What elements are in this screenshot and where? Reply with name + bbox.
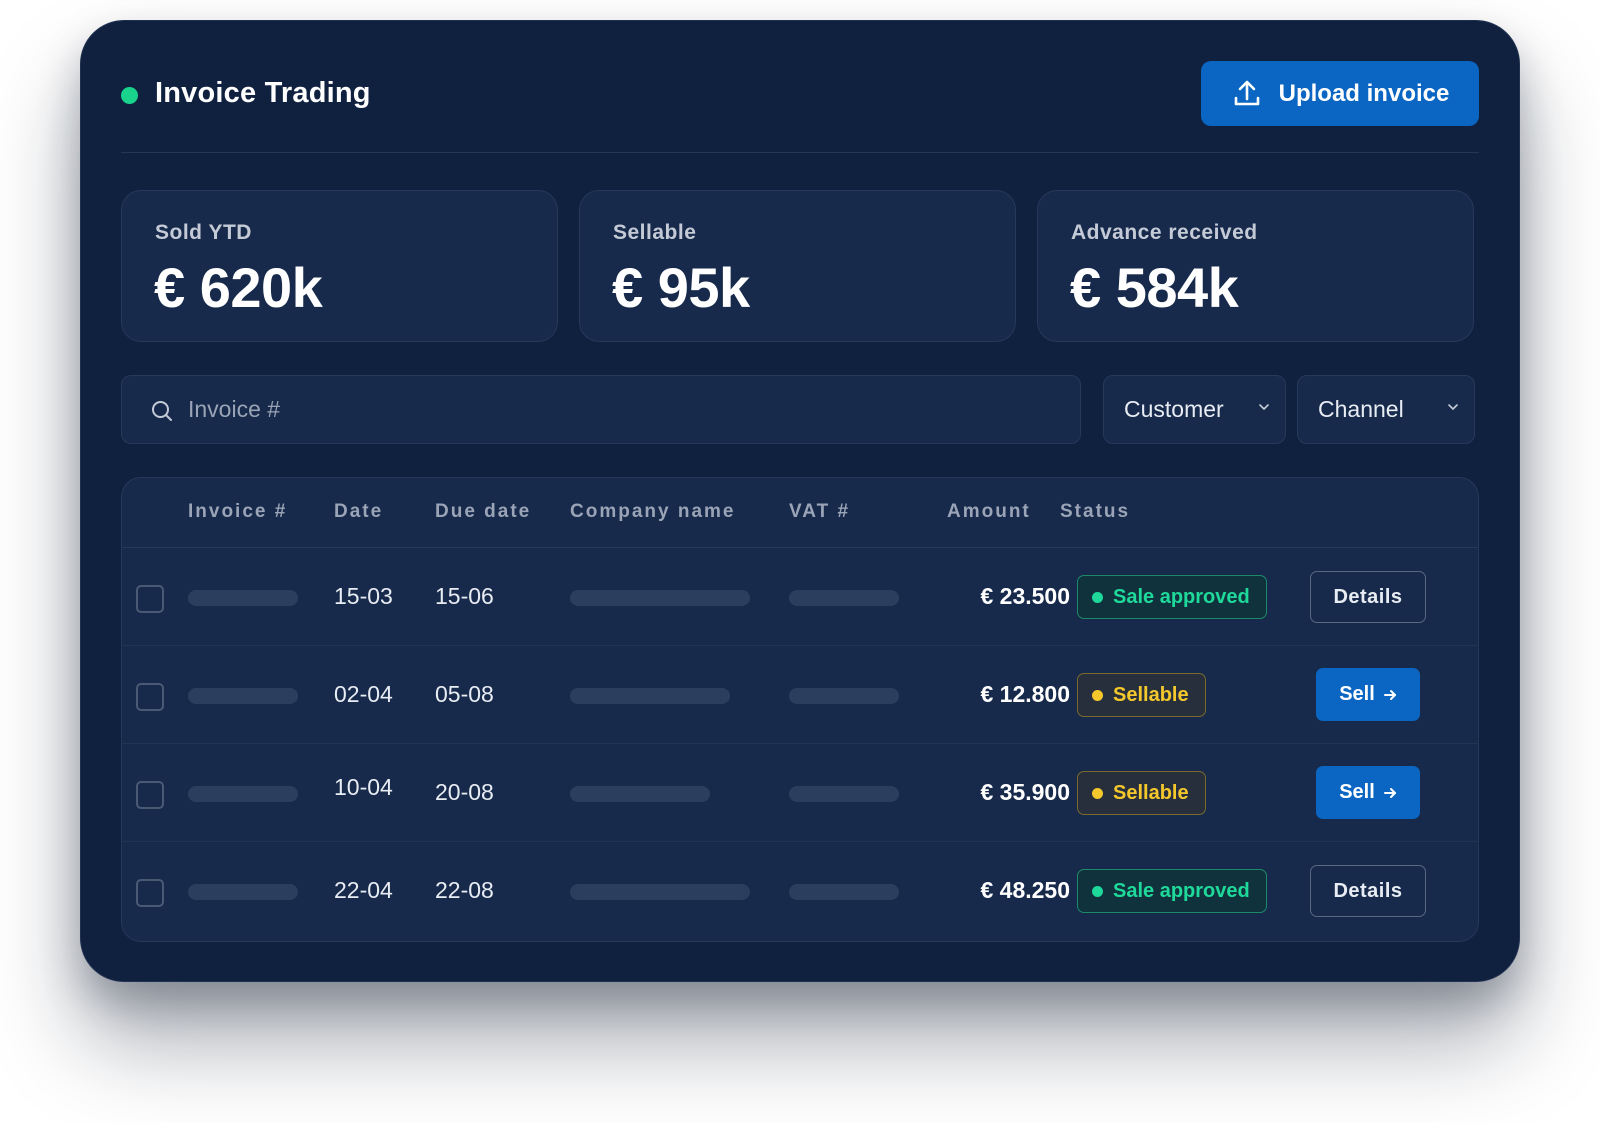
table-row: 10-04 20-08 € 35.900 Sellable Sell: [122, 744, 1478, 842]
search-icon: [152, 401, 172, 421]
row-checkbox[interactable]: [136, 585, 164, 613]
stat-label: Advance received: [1071, 221, 1258, 244]
status-label: Sale approved: [1113, 585, 1250, 608]
company-name-placeholder: [570, 786, 710, 802]
page-title: Invoice Trading: [155, 77, 371, 109]
upload-invoice-label: Upload invoice: [1278, 79, 1450, 107]
vat-placeholder: [789, 786, 899, 802]
status-label: Sellable: [1113, 683, 1189, 706]
column-header-date[interactable]: Date: [334, 501, 383, 523]
row-amount: € 48.250: [980, 877, 1070, 903]
row-due-date: 20-08: [435, 779, 494, 805]
filters-bar: Customer Channel: [121, 375, 1479, 444]
stat-label: Sold YTD: [155, 221, 252, 244]
column-header-amount[interactable]: Amount: [947, 501, 1031, 523]
row-checkbox[interactable]: [136, 879, 164, 907]
chevron-down-icon: [1448, 404, 1458, 410]
search-input[interactable]: [188, 376, 1070, 442]
status-dot: [1092, 885, 1103, 897]
status-badge: Sellable: [1077, 673, 1206, 717]
arrow-right-icon: [1383, 787, 1396, 798]
stat-value: € 584k: [1070, 256, 1239, 319]
column-header-company-name[interactable]: Company name: [570, 501, 735, 523]
column-header-due-date[interactable]: Due date: [435, 501, 531, 523]
status-dot: [1092, 591, 1103, 603]
row-amount: € 35.900: [980, 779, 1070, 805]
stat-card-sellable: Sellable € 95k: [579, 190, 1016, 342]
row-date: 15-03: [334, 583, 393, 609]
invoice-number-placeholder: [188, 590, 298, 606]
stat-label: Sellable: [613, 221, 697, 244]
stats-row: Sold YTD € 620k Sellable € 95k Advance r…: [121, 190, 1479, 342]
stat-value: € 620k: [154, 256, 323, 319]
table-header: Invoice # Date Due date Company name VAT…: [122, 478, 1478, 548]
company-name-placeholder: [570, 688, 730, 704]
row-due-date: 15-06: [435, 583, 494, 609]
status-badge: Sellable: [1077, 771, 1206, 815]
row-checkbox[interactable]: [136, 683, 164, 711]
sell-button[interactable]: Sell: [1316, 766, 1420, 819]
status-dot: [1092, 689, 1103, 701]
company-name-placeholder: [570, 884, 750, 900]
sell-button-label: Sell: [1339, 683, 1375, 705]
invoice-number-placeholder: [188, 688, 298, 704]
status-badge: Sale approved: [1077, 575, 1267, 619]
row-date: 10-04: [334, 774, 393, 800]
status-dot: [121, 87, 138, 104]
table-row: 22-04 22-08 € 48.250 Sale approved Detai…: [122, 842, 1478, 940]
chevron-down-icon: [1259, 404, 1269, 410]
invoice-trading-card: Invoice Trading Upload invoice Sold YTD …: [80, 20, 1520, 982]
search-box: [121, 375, 1081, 444]
row-date: 22-04: [334, 877, 393, 903]
header: Invoice Trading Upload invoice: [121, 61, 1479, 153]
channel-select[interactable]: Channel: [1297, 375, 1475, 444]
sell-button[interactable]: Sell: [1316, 668, 1420, 721]
row-checkbox[interactable]: [136, 781, 164, 809]
row-due-date: 05-08: [435, 681, 494, 707]
arrow-right-icon: [1383, 689, 1396, 700]
invoice-number-placeholder: [188, 786, 298, 802]
upload-icon: [1234, 80, 1259, 105]
customer-select[interactable]: Customer: [1103, 375, 1286, 444]
row-due-date: 22-08: [435, 877, 494, 903]
stat-card-advance-received: Advance received € 584k: [1037, 190, 1474, 342]
row-date: 02-04: [334, 681, 393, 707]
invoice-number-placeholder: [188, 884, 298, 900]
column-header-vat[interactable]: VAT #: [789, 501, 850, 523]
column-header-status[interactable]: Status: [1060, 501, 1130, 523]
invoice-table: Invoice # Date Due date Company name VAT…: [121, 477, 1479, 942]
company-name-placeholder: [570, 590, 750, 606]
vat-placeholder: [789, 590, 899, 606]
table-row: 02-04 05-08 € 12.800 Sellable Sell: [122, 646, 1478, 744]
table-row: 15-03 15-06 € 23.500 Sale approved Detai…: [122, 548, 1478, 646]
status-dot: [1092, 787, 1103, 799]
status-label: Sellable: [1113, 781, 1189, 804]
status-label: Sale approved: [1113, 879, 1250, 902]
row-amount: € 12.800: [980, 681, 1070, 707]
column-header-invoice[interactable]: Invoice #: [188, 501, 287, 523]
vat-placeholder: [789, 884, 899, 900]
stat-card-sold-ytd: Sold YTD € 620k: [121, 190, 558, 342]
upload-invoice-button[interactable]: Upload invoice: [1201, 61, 1479, 126]
channel-select-label: Channel: [1318, 396, 1404, 422]
status-badge: Sale approved: [1077, 869, 1267, 913]
customer-select-label: Customer: [1124, 396, 1224, 422]
sell-button-label: Sell: [1339, 781, 1375, 803]
details-button[interactable]: Details: [1310, 865, 1426, 917]
details-button[interactable]: Details: [1310, 571, 1426, 623]
vat-placeholder: [789, 688, 899, 704]
row-amount: € 23.500: [980, 583, 1070, 609]
stat-value: € 95k: [612, 256, 750, 319]
